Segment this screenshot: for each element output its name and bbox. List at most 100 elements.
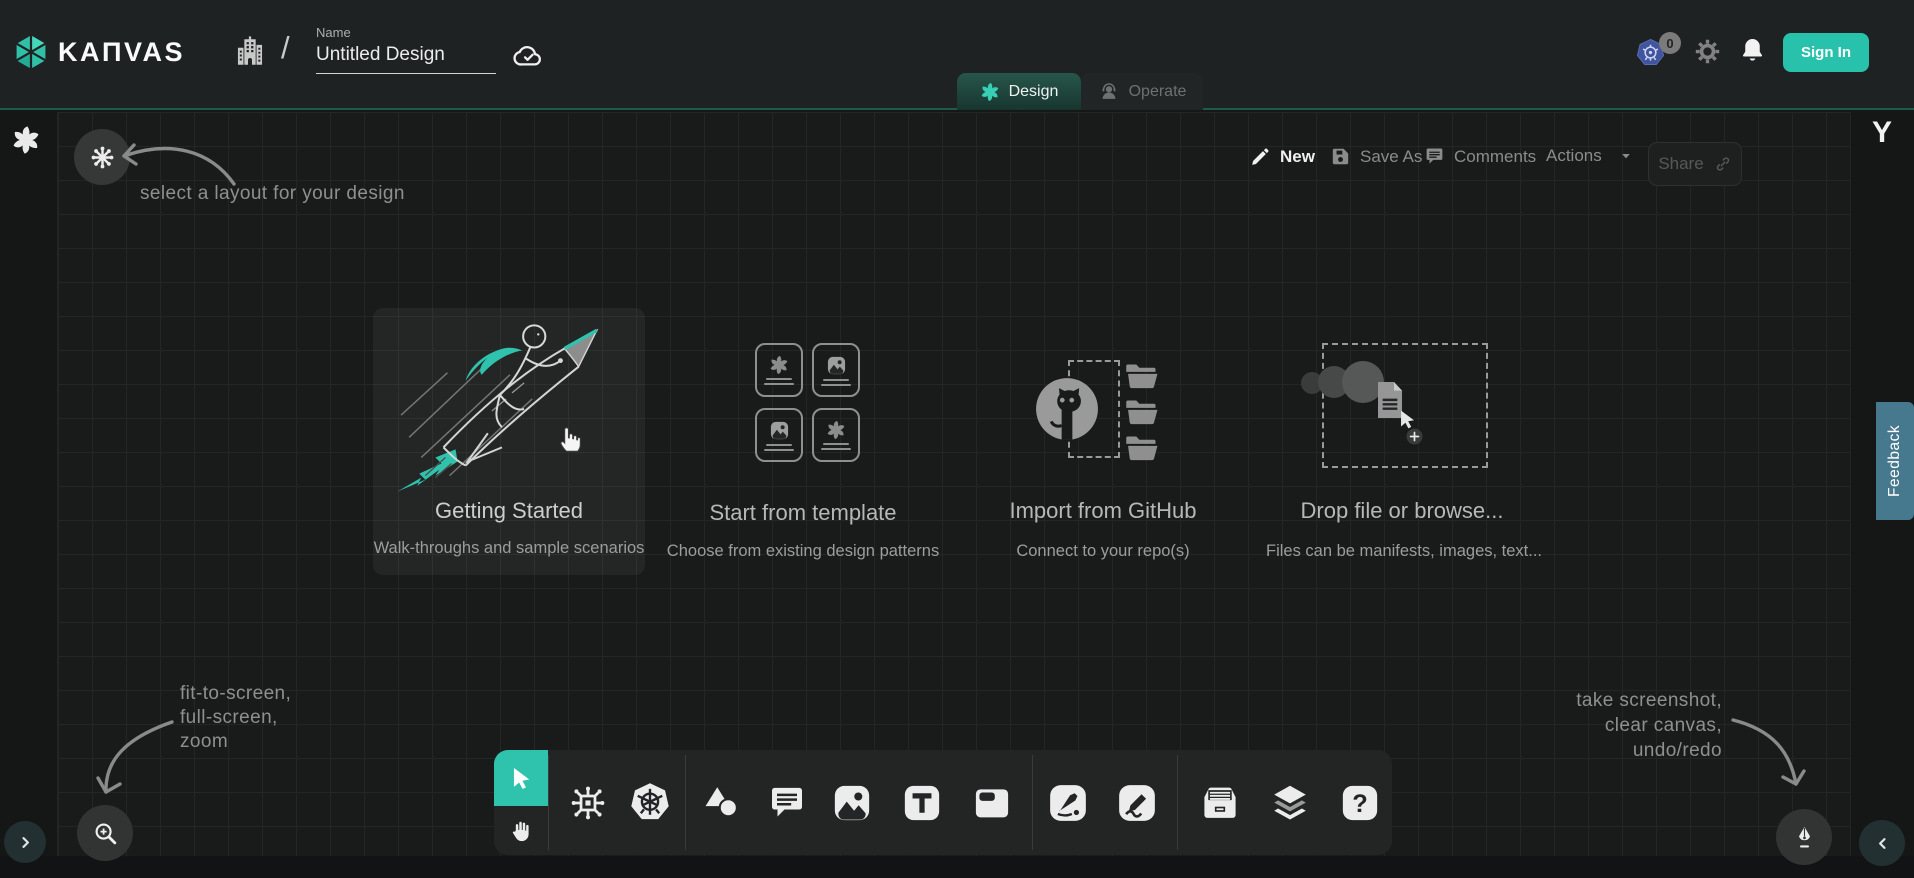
kubernetes-wheel-icon xyxy=(628,781,672,825)
rocket-doodle-illustration xyxy=(391,314,623,494)
pen-nib-icon xyxy=(1791,824,1818,851)
template-thumb xyxy=(755,343,803,397)
template-subtitle: Choose from existing design patterns xyxy=(667,542,939,561)
note-icon xyxy=(971,782,1013,824)
actions-dropdown[interactable]: Actions xyxy=(1546,146,1633,166)
share-label: Share xyxy=(1658,154,1703,174)
floppy-save-icon xyxy=(1330,146,1351,167)
comments-button[interactable]: Comments xyxy=(1424,146,1536,167)
kubernetes-tool-button[interactable] xyxy=(626,779,674,827)
share-link-icon xyxy=(1714,155,1732,173)
tab-design[interactable]: Design xyxy=(957,73,1081,110)
tab-operate-label: Operate xyxy=(1129,83,1187,101)
new-pencil-icon xyxy=(1250,146,1271,167)
zoom-in-icon xyxy=(92,820,119,847)
drawer-tool-button[interactable] xyxy=(1196,779,1244,827)
notifications-bell-icon[interactable] xyxy=(1738,36,1767,65)
image-thumb-icon xyxy=(826,355,847,376)
layers-tool-button[interactable] xyxy=(1266,779,1314,827)
github-octocat-icon xyxy=(1034,376,1100,442)
shapes-icon xyxy=(701,782,743,824)
organization-building-icon[interactable] xyxy=(233,34,267,70)
new-button[interactable]: New xyxy=(1250,146,1315,167)
hand-icon xyxy=(508,818,534,844)
breadcrumb-separator: / xyxy=(281,30,290,66)
image-icon xyxy=(831,782,873,824)
sketch-tool-button[interactable] xyxy=(1113,779,1161,827)
spiral-thumb-icon xyxy=(769,355,789,375)
github-title: Import from GitHub xyxy=(1009,498,1196,524)
cursor-arrow-icon xyxy=(508,765,534,791)
drawing-controls-button[interactable] xyxy=(1776,809,1832,865)
header: KAΠVAS / Name 0 Sign In Design Operate xyxy=(0,0,1914,110)
component-tool-button[interactable] xyxy=(564,779,612,827)
plus-badge-icon xyxy=(1406,428,1423,445)
brand-title[interactable]: KAΠVAS xyxy=(58,37,185,68)
bottom-strip xyxy=(0,856,1914,878)
expand-left-panel-button[interactable] xyxy=(4,821,46,863)
text-tool-button[interactable] xyxy=(898,779,946,827)
question-mark-icon xyxy=(1339,782,1381,824)
shapes-tool-button[interactable] xyxy=(698,779,746,827)
collapse-right-panel-button[interactable] xyxy=(1859,820,1905,866)
kanvas-app: KAΠVAS / Name 0 Sign In Design Operate Y… xyxy=(0,0,1914,878)
repo-folder-icon xyxy=(1124,434,1160,464)
layout-hint-text: select a layout for your design xyxy=(140,183,405,205)
tab-operate[interactable]: Operate xyxy=(1081,73,1203,110)
feedback-tab[interactable]: Feedback xyxy=(1876,402,1914,520)
layers-icon xyxy=(1268,781,1312,825)
design-name-label: Name xyxy=(316,25,351,40)
actions-label: Actions xyxy=(1546,146,1602,166)
template-thumb xyxy=(755,408,803,462)
spiral-thumb-icon xyxy=(826,420,846,440)
comment-bubble-icon xyxy=(1424,146,1445,167)
design-spiral-icon xyxy=(980,82,1000,102)
settings-gear-icon[interactable] xyxy=(1694,38,1721,65)
pen-path-icon xyxy=(1047,782,1089,824)
kubernetes-context-badge: 0 xyxy=(1659,32,1681,54)
image-thumb-icon xyxy=(769,420,790,441)
chevron-down-icon xyxy=(1619,149,1633,163)
zoom-controls-button[interactable] xyxy=(77,805,133,861)
pan-tool-button[interactable] xyxy=(494,806,548,855)
tool-dock xyxy=(494,750,1392,855)
note-tool-button[interactable] xyxy=(968,779,1016,827)
template-thumb xyxy=(812,408,860,462)
pencil-scribble-icon xyxy=(1116,782,1158,824)
github-subtitle: Connect to your repo(s) xyxy=(1016,542,1189,561)
meshery-spiral-icon xyxy=(11,125,41,155)
save-as-label: Save As xyxy=(1360,147,1422,167)
comment-tool-button[interactable] xyxy=(763,779,811,827)
drawer-archive-icon xyxy=(1198,781,1242,825)
zoom-hint-arrow xyxy=(90,712,180,804)
template-thumb xyxy=(812,343,860,397)
share-button[interactable]: Share xyxy=(1648,142,1742,186)
kanvas-logo-icon[interactable] xyxy=(12,33,50,71)
design-name-input[interactable] xyxy=(316,44,496,74)
save-as-button[interactable]: Save As xyxy=(1330,146,1422,167)
zoom-hint-text: fit-to-screen, full-screen, zoom xyxy=(180,682,291,754)
new-label: New xyxy=(1280,147,1315,167)
getting-started-title: Getting Started xyxy=(435,498,583,524)
template-title: Start from template xyxy=(709,500,896,526)
repo-folder-icon xyxy=(1124,362,1160,392)
left-rail xyxy=(0,112,58,856)
drop-subtitle: Files can be manifests, images, text... xyxy=(1266,542,1542,561)
repo-folder-icon xyxy=(1124,398,1160,428)
chevron-left-icon xyxy=(1873,834,1892,853)
screenshot-hint-text: take screenshot, clear canvas, undo/redo xyxy=(1500,688,1722,763)
pen-tool-button[interactable] xyxy=(1044,779,1092,827)
comment-bubble-icon xyxy=(767,783,807,823)
text-t-icon xyxy=(901,782,943,824)
chip-circuit-icon xyxy=(566,781,610,825)
getting-started-card[interactable] xyxy=(373,308,645,575)
comments-label: Comments xyxy=(1454,147,1536,167)
help-tool-button[interactable] xyxy=(1336,779,1384,827)
screenshot-hint-arrow xyxy=(1728,712,1810,796)
chevron-right-icon xyxy=(16,833,35,852)
drop-title: Drop file or browse... xyxy=(1301,498,1504,524)
sign-in-button[interactable]: Sign In xyxy=(1783,33,1869,72)
select-tool-button[interactable] xyxy=(494,750,548,806)
image-tool-button[interactable] xyxy=(828,779,876,827)
tab-design-label: Design xyxy=(1009,83,1059,101)
